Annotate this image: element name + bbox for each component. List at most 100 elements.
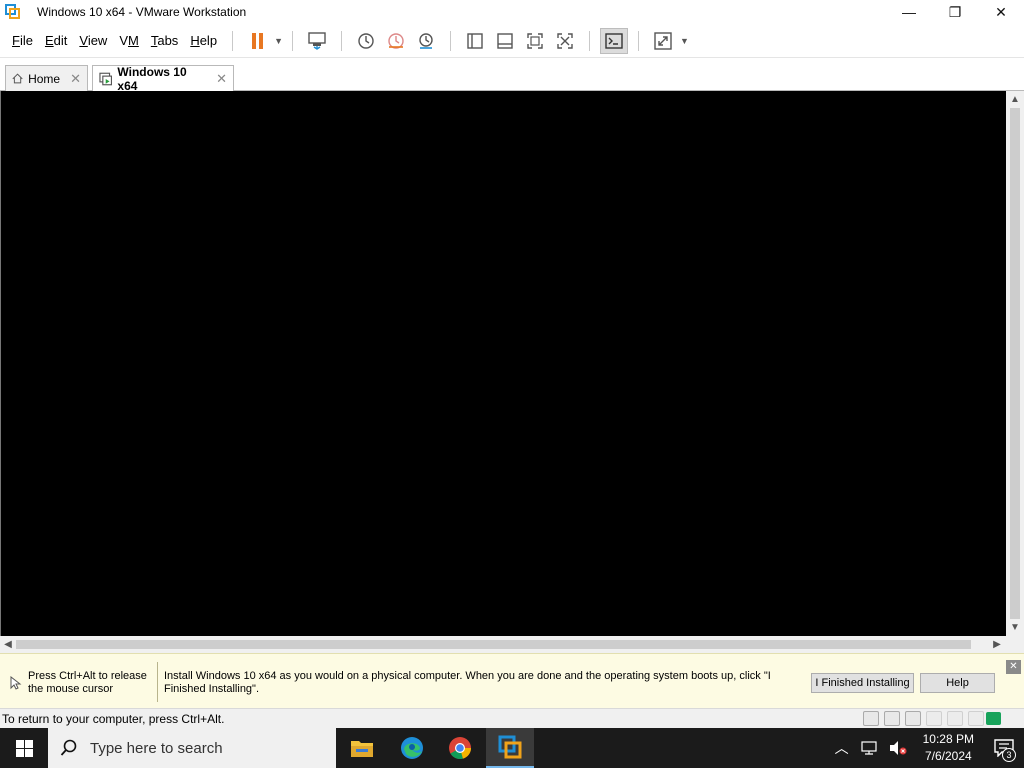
home-icon xyxy=(12,73,23,84)
volume-muted-icon[interactable] xyxy=(889,740,907,756)
horizontal-scroll-thumb[interactable] xyxy=(16,640,971,649)
horizontal-scrollbar[interactable]: ◀ ▶ xyxy=(0,636,1006,653)
menu-edit[interactable]: Edit xyxy=(39,24,73,58)
snapshot-revert-icon xyxy=(388,32,404,49)
toolbar-separator xyxy=(449,30,451,51)
sound-icon[interactable] xyxy=(947,711,963,726)
hard-disk-icon[interactable] xyxy=(863,711,879,726)
stretch-guest-button[interactable] xyxy=(649,28,677,54)
window-title: Windows 10 x64 - VMware Workstation xyxy=(37,5,247,19)
printer-icon[interactable] xyxy=(968,711,984,726)
message-log-icon[interactable] xyxy=(986,712,1001,725)
file-explorer-icon xyxy=(351,741,373,757)
minimize-button[interactable]: — xyxy=(886,0,932,24)
stretch-guest-icon xyxy=(654,31,672,50)
show-hidden-icons-icon[interactable]: ︿ xyxy=(835,738,849,758)
pause-button[interactable] xyxy=(243,28,271,54)
restore-icon: ❐ xyxy=(948,3,962,20)
minimize-icon: — xyxy=(902,4,916,20)
vm-console-display[interactable] xyxy=(0,91,1006,636)
thumbnail-bar-button[interactable] xyxy=(491,28,519,54)
snapshot-take-icon xyxy=(358,32,374,49)
vmware-taskbar-button[interactable] xyxy=(486,728,534,768)
unity-button[interactable] xyxy=(551,28,579,54)
mouse-cursor-icon xyxy=(10,676,22,690)
full-screen-button[interactable] xyxy=(521,28,549,54)
toolbar-separator xyxy=(340,30,342,51)
edge-icon xyxy=(401,737,423,759)
cd-dvd-icon[interactable] xyxy=(884,711,900,726)
vmware-icon xyxy=(498,735,522,759)
close-icon: ✕ xyxy=(995,3,1007,20)
menu-view[interactable]: View xyxy=(73,24,113,58)
restore-button[interactable]: ❐ xyxy=(932,0,978,24)
edge-taskbar-button[interactable] xyxy=(388,728,436,768)
vmware-app-icon[interactable] xyxy=(5,4,21,20)
taskbar-clock[interactable]: 10:28 PM 7/6/2024 xyxy=(923,731,974,765)
windows-taskbar: Type here to search ︿ 10:28 PM 7/6/2024 … xyxy=(0,728,1024,768)
clock-time: 10:28 PM xyxy=(922,732,974,746)
menu-tabs[interactable]: Tabs xyxy=(145,24,184,58)
console-view-icon xyxy=(605,32,623,49)
windows-logo-icon xyxy=(15,739,33,757)
tab-windows-10-x64[interactable]: Windows 10 x64 ✕ xyxy=(92,65,234,93)
notification-count-badge: 3 xyxy=(1002,748,1016,762)
toolbar-separator xyxy=(232,30,234,51)
vertical-scroll-thumb[interactable] xyxy=(1010,108,1020,619)
taskbar-search-box[interactable]: Type here to search xyxy=(48,728,336,768)
revert-snapshot-button[interactable] xyxy=(382,28,410,54)
scroll-left-icon[interactable]: ◀ xyxy=(0,636,16,653)
take-snapshot-button[interactable] xyxy=(352,28,380,54)
vertical-scrollbar[interactable]: ▲ ▼ xyxy=(1006,91,1024,636)
menu-toolbar: File Edit View VM Tabs Help ▼ ▼ xyxy=(0,24,1024,58)
snapshot-manager-button[interactable] xyxy=(412,28,440,54)
clock-date: 7/6/2024 xyxy=(924,749,972,763)
usb-icon[interactable] xyxy=(926,711,942,726)
menu-file[interactable]: File xyxy=(6,24,39,58)
console-view-button[interactable] xyxy=(599,27,628,54)
unity-icon xyxy=(557,32,573,49)
release-cursor-text: Press Ctrl+Alt to release the mouse curs… xyxy=(28,670,147,695)
send-ctrl-alt-del-icon xyxy=(308,31,326,50)
send-ctrl-alt-del-button[interactable] xyxy=(303,28,331,54)
stretch-dropdown-icon[interactable]: ▼ xyxy=(680,36,689,46)
tab-label: Windows 10 x64 xyxy=(117,65,187,93)
power-dropdown-icon[interactable]: ▼ xyxy=(274,36,283,46)
status-bar: To return to your computer, press Ctrl+A… xyxy=(0,708,1024,728)
start-button[interactable] xyxy=(0,728,48,768)
chrome-taskbar-button[interactable] xyxy=(436,728,484,768)
full-screen-icon xyxy=(527,32,543,49)
close-tab-icon[interactable]: ✕ xyxy=(216,71,227,87)
network-adapter-icon[interactable] xyxy=(905,711,921,726)
toolbar-separator xyxy=(588,30,590,51)
toolbar-separator xyxy=(637,30,639,51)
scroll-up-icon[interactable]: ▲ xyxy=(1006,91,1024,108)
status-text: To return to your computer, press Ctrl+A… xyxy=(2,712,225,726)
snapshot-manager-icon xyxy=(419,32,433,49)
network-icon[interactable] xyxy=(861,740,877,756)
tab-strip: Home ✕ Windows 10 x64 ✕ xyxy=(0,58,1024,93)
menu-vm[interactable]: VM xyxy=(113,24,145,58)
pause-icon xyxy=(251,32,263,49)
i-finished-installing-button[interactable]: I Finished Installing xyxy=(811,673,914,693)
hint-help-button[interactable]: Help xyxy=(920,673,995,693)
search-icon xyxy=(60,739,77,756)
tab-label: Home xyxy=(28,71,61,86)
scroll-right-icon[interactable]: ▶ xyxy=(989,636,1005,653)
title-bar: Windows 10 x64 - VMware Workstation — ❐ … xyxy=(0,0,1024,24)
tab-home[interactable]: Home ✕ xyxy=(5,65,88,91)
system-tray: ︿ 10:28 PM 7/6/2024 3 xyxy=(829,728,1024,768)
menu-help[interactable]: Help xyxy=(184,24,223,58)
action-center-button[interactable]: 3 xyxy=(984,728,1024,768)
install-instruction-text: Install Windows 10 x64 as you would on a… xyxy=(164,670,771,695)
show-library-button[interactable] xyxy=(461,28,489,54)
close-tab-icon[interactable]: ✕ xyxy=(70,71,81,87)
close-hint-icon[interactable]: ✕ xyxy=(1006,660,1021,674)
install-hint-bar: Press Ctrl+Alt to release the mouse curs… xyxy=(0,653,1024,708)
show-thumbnail-bar-icon xyxy=(497,32,513,49)
file-explorer-taskbar-button[interactable] xyxy=(338,728,386,768)
scroll-corner xyxy=(1006,636,1024,653)
chrome-icon xyxy=(449,737,471,760)
scroll-down-icon[interactable]: ▼ xyxy=(1006,619,1024,636)
close-window-button[interactable]: ✕ xyxy=(978,0,1024,24)
